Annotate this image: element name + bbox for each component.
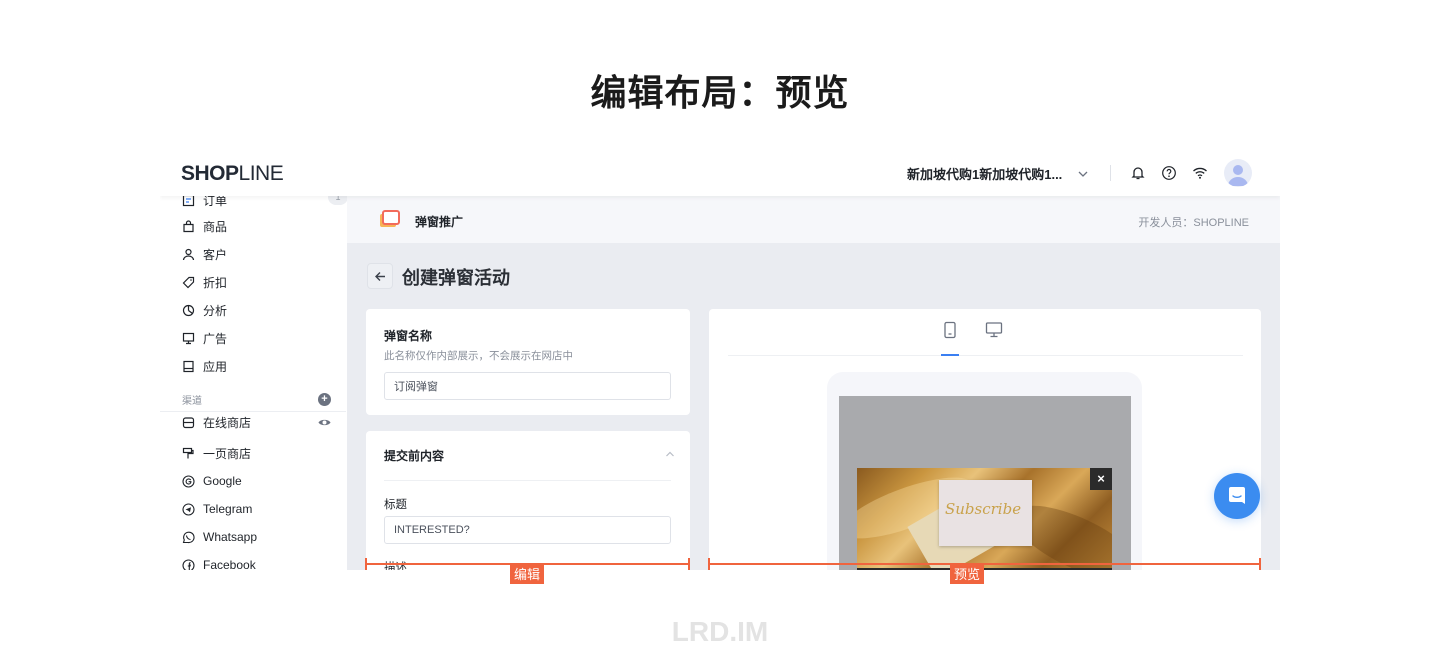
slide-title: 编辑布局：预览 — [590, 72, 850, 113]
chat-button[interactable] — [1214, 473, 1260, 519]
divider — [1110, 165, 1111, 181]
sidebar-item-analytics[interactable]: 分析 — [182, 300, 227, 320]
eye-icon[interactable] — [318, 416, 331, 429]
tag-icon — [182, 276, 195, 288]
popup-image: Subscribe × — [857, 468, 1112, 568]
title-input[interactable] — [384, 516, 671, 544]
wifi-icon[interactable] — [1192, 165, 1208, 181]
desktop-preview-tab[interactable] — [985, 321, 1003, 339]
app-icon — [183, 360, 194, 372]
add-channel-button[interactable]: + — [318, 393, 331, 406]
preview-overlay: Subscribe × — [839, 396, 1131, 570]
paint-roller-icon — [182, 447, 194, 458]
sidebar-item-label: Facebook — [203, 558, 256, 570]
logo-bold: SHOP — [181, 162, 239, 185]
popup-name-title: 弹窗名称 — [384, 329, 433, 343]
mobile-preview-tab[interactable] — [941, 321, 959, 339]
sidebar-item-ads[interactable]: 广告 — [182, 328, 227, 348]
arrow-left-icon — [374, 271, 385, 281]
sidebar-item-label: 分析 — [203, 303, 228, 318]
facebook-icon — [182, 558, 195, 570]
chat-icon — [1229, 487, 1245, 504]
sidebar-item-google[interactable]: Google — [182, 471, 242, 491]
user-icon — [182, 248, 195, 260]
mobile-preview-frame: Subscribe × — [827, 372, 1142, 570]
divider — [384, 480, 671, 481]
store-icon — [182, 416, 195, 428]
popup-name-input[interactable] — [384, 372, 671, 400]
app-screenshot: SHOPLINE 新加坡代购1新加坡代购1... 订单 1 商品 客户 折扣 分… — [160, 150, 1280, 570]
popup-name-card: 弹窗名称 此名称仅作内部展示，不会展示在网店中 — [366, 309, 690, 415]
preview-region-marker — [708, 558, 1261, 570]
title-field-label: 标题 — [384, 499, 407, 511]
google-icon — [182, 474, 195, 488]
sidebar-item-discounts[interactable]: 折扣 — [182, 272, 227, 292]
watermark: LRD.IM — [671, 616, 769, 647]
edit-region-label: 编辑 — [510, 565, 545, 584]
popup-content-area — [857, 568, 1112, 570]
preview-card: Subscribe × — [709, 309, 1261, 570]
preview-region-label: 预览 — [950, 565, 985, 584]
help-icon[interactable] — [1161, 165, 1177, 181]
whatsapp-icon — [182, 531, 195, 543]
sidebar: 订单 1 商品 客户 折扣 分析 广告 应用 渠道 + 在线商店 一页商店 Go… — [160, 189, 348, 570]
back-button[interactable] — [367, 263, 393, 289]
sidebar-item-label: 商品 — [203, 219, 228, 234]
sidebar-item-online-store[interactable]: 在线商店 — [182, 412, 251, 432]
sidebar-item-label: 应用 — [203, 359, 228, 374]
user-avatar-icon — [1228, 165, 1248, 186]
subscribe-text: Subscribe — [945, 500, 1022, 518]
chevron-down-icon — [1078, 171, 1088, 177]
store-selector[interactable]: 新加坡代购1新加坡代购1... — [907, 164, 1090, 183]
monitor-icon — [182, 332, 195, 344]
sidebar-item-label: 客户 — [203, 247, 228, 262]
sidebar-item-facebook[interactable]: Facebook — [182, 555, 256, 570]
sidebar-item-label: Whatsapp — [203, 530, 258, 544]
sidebar-item-label: 在线商店 — [203, 415, 252, 430]
sidebar-item-label: Google — [203, 474, 242, 488]
active-tab-indicator — [941, 354, 959, 356]
pre-submit-content-card: 提交前内容 标题 描述 — [366, 431, 690, 570]
sidebar-item-telegram[interactable]: Telegram — [182, 499, 252, 519]
top-bar: SHOPLINE 新加坡代购1新加坡代购1... — [160, 150, 1280, 196]
popup-name-hint: 此名称仅作内部展示，不会展示在网店中 — [384, 350, 573, 362]
sidebar-item-label: Telegram — [203, 502, 253, 516]
developer-label: 开发人员：SHOPLINE — [1138, 217, 1249, 229]
sidebar-item-label: 广告 — [203, 331, 228, 346]
app-name: 弹窗推广 — [415, 215, 464, 229]
subscribe-card-graphic: Subscribe — [939, 480, 1032, 546]
page-heading: 创建弹窗活动 — [402, 268, 510, 288]
avatar[interactable] — [1224, 159, 1252, 187]
bag-icon — [183, 219, 194, 232]
sidebar-item-customers[interactable]: 客户 — [182, 244, 227, 264]
sidebar-item-whatsapp[interactable]: Whatsapp — [182, 527, 257, 547]
sidebar-item-apps[interactable]: 应用 — [182, 356, 227, 376]
sidebar-item-label: 一页商店 — [203, 446, 252, 461]
telegram-icon — [182, 502, 195, 516]
store-name: 新加坡代购1新加坡代购1... — [907, 167, 1063, 182]
pre-submit-title: 提交前内容 — [384, 449, 445, 463]
sidebar-item-label: 折扣 — [203, 275, 228, 290]
tabs-divider — [728, 355, 1243, 356]
logo-thin: LINE — [238, 162, 284, 185]
sidebar-item-products[interactable]: 商品 — [182, 216, 227, 236]
popup-close-button[interactable]: × — [1090, 468, 1112, 490]
bell-icon[interactable] — [1130, 165, 1146, 181]
main-content: 弹窗推广 开发人员：SHOPLINE 创建弹窗活动 弹窗名称 此名称仅作内部展示… — [347, 196, 1280, 570]
app-header: 弹窗推广 开发人员：SHOPLINE — [347, 196, 1280, 243]
channels-label: 渠道 — [182, 396, 202, 407]
pie-chart-icon — [182, 304, 195, 316]
sidebar-item-one-page-store[interactable]: 一页商店 — [182, 443, 251, 463]
shopline-logo[interactable]: SHOPLINE — [181, 162, 284, 186]
chevron-up-icon[interactable] — [665, 449, 675, 459]
popup-app-icon — [380, 210, 400, 227]
